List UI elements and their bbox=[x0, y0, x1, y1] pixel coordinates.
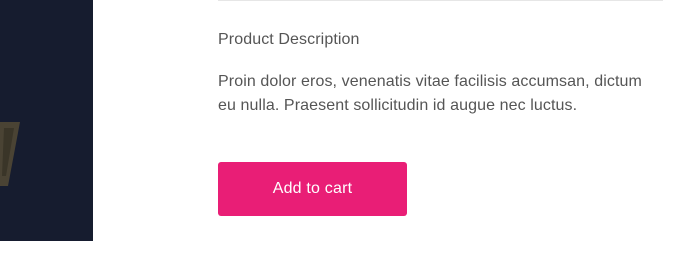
product-description-heading: Product Description bbox=[218, 31, 360, 48]
product-image-graphic bbox=[0, 122, 20, 186]
product-image bbox=[0, 0, 93, 241]
product-detail-page: Product Description Proin dolor eros, ve… bbox=[0, 0, 676, 263]
section-divider bbox=[218, 0, 663, 1]
product-description-text: Proin dolor eros, venenatis vitae facili… bbox=[218, 73, 642, 114]
add-to-cart-button[interactable]: Add to cart bbox=[218, 162, 407, 216]
